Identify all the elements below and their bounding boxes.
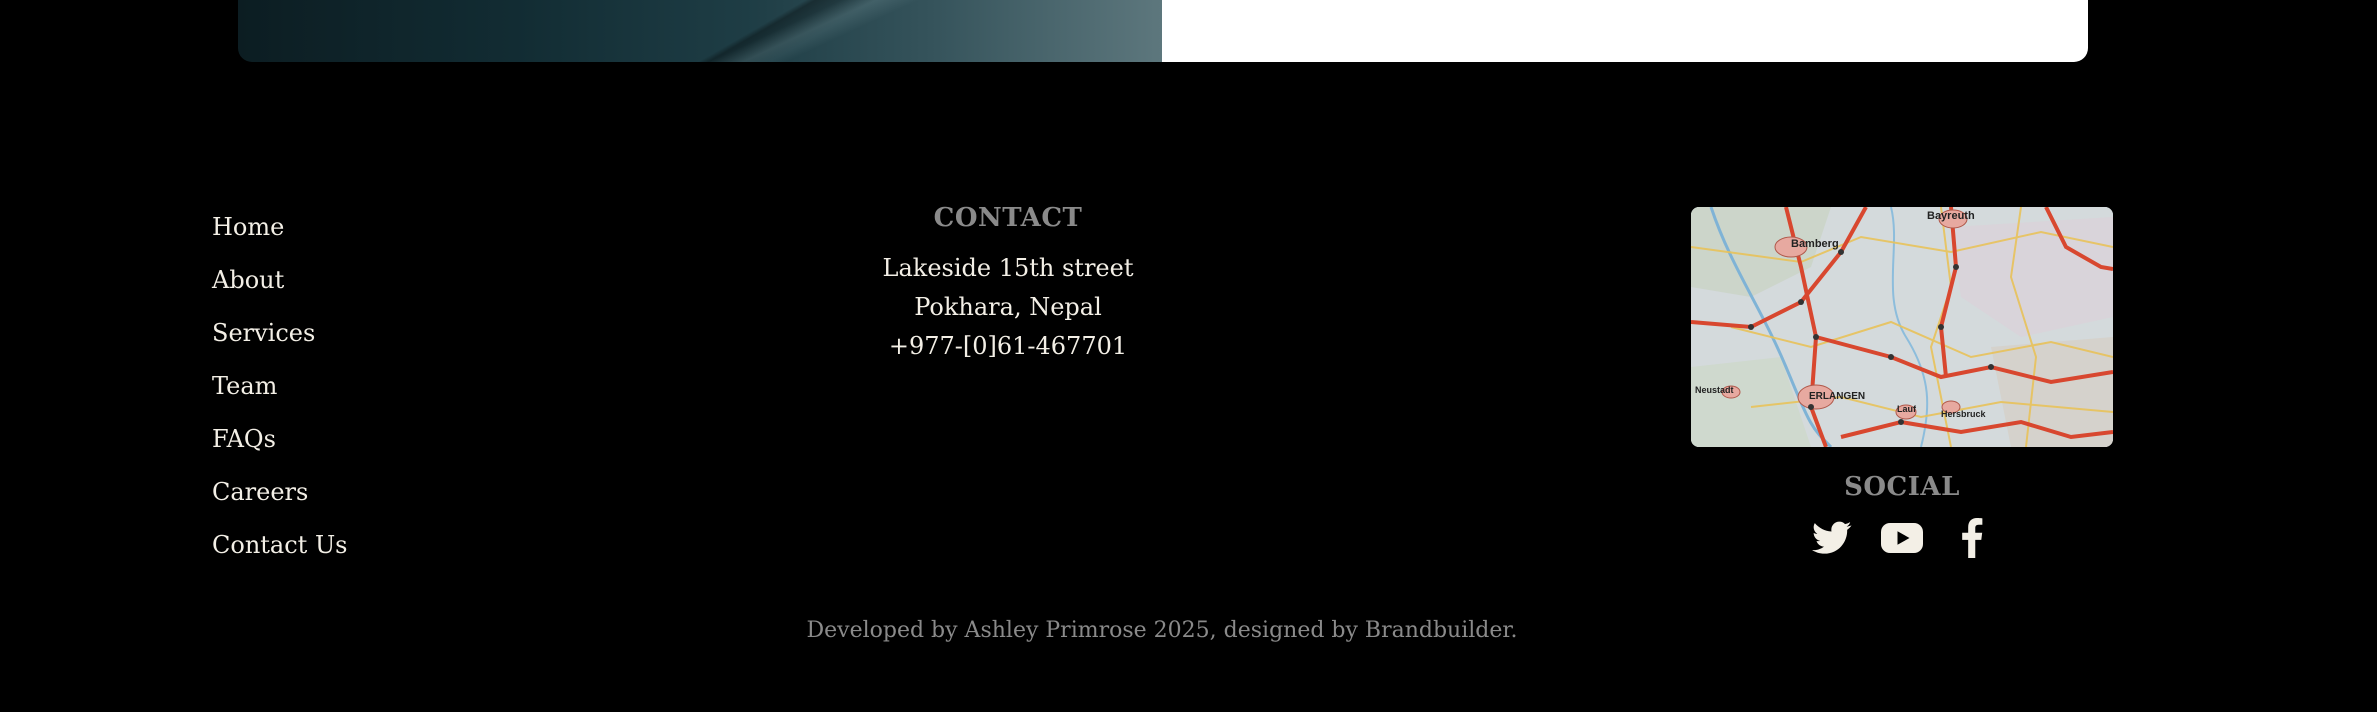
location-map[interactable]: Bamberg Bayreuth ERLANGEN Neustadt Lauf … — [1691, 207, 2113, 447]
map-label-lauf: Lauf — [1897, 404, 1917, 414]
nav-link-about[interactable]: About — [212, 258, 347, 311]
hero-image — [238, 0, 1162, 62]
social-icons — [1691, 516, 2113, 560]
nav-link-home[interactable]: Home — [212, 205, 347, 258]
youtube-icon[interactable] — [1880, 516, 1924, 560]
facebook-icon[interactable] — [1950, 516, 1994, 560]
contact-phone[interactable]: +977-[0]61-467701 — [808, 327, 1208, 366]
contact-heading: CONTACT — [933, 203, 1083, 233]
hero-section — [238, 0, 2088, 62]
footer-page: Home About Services Team FAQs Careers Co… — [0, 0, 2377, 712]
map-label-bayreuth: Bayreuth — [1927, 210, 1975, 222]
contact-block: CONTACT Lakeside 15th street Pokhara, Ne… — [808, 203, 1208, 366]
map-label-hersbruck: Hersbruck — [1941, 409, 1987, 419]
contact-address-line2: Pokhara, Nepal — [914, 293, 1102, 321]
map-label-erlangen: ERLANGEN — [1809, 391, 1865, 402]
twitter-icon[interactable] — [1810, 516, 1854, 560]
nav-link-services[interactable]: Services — [212, 311, 347, 364]
social-block: SOCIAL — [1691, 472, 2113, 560]
nav-link-faqs[interactable]: FAQs — [212, 417, 347, 470]
footer-credit: Developed by Ashley Primrose 2025, desig… — [806, 618, 1518, 643]
nav-link-team[interactable]: Team — [212, 364, 347, 417]
map-label-neustadt: Neustadt — [1695, 385, 1734, 395]
nav-link-contact-us[interactable]: Contact Us — [212, 523, 347, 576]
map-label-bamberg: Bamberg — [1791, 238, 1839, 250]
footer-nav: Home About Services Team FAQs Careers Co… — [212, 205, 347, 576]
hero-card — [1162, 0, 2088, 62]
contact-address-line1: Lakeside 15th street — [882, 254, 1134, 282]
nav-link-careers[interactable]: Careers — [212, 470, 347, 523]
social-heading: SOCIAL — [1844, 472, 1960, 502]
